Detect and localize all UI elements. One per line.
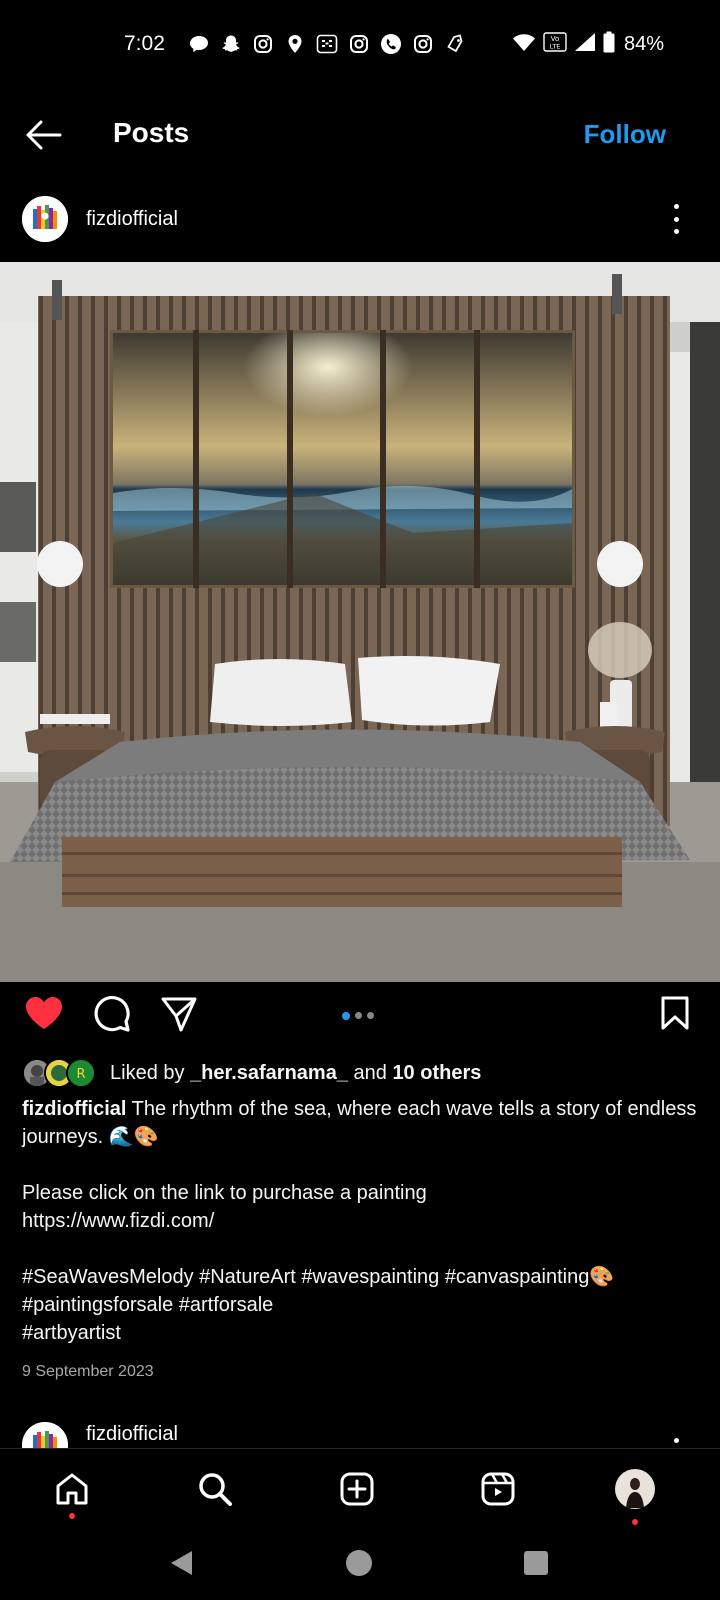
bedroom-painting-photo [0, 262, 720, 982]
instagram-icon [412, 33, 434, 55]
volte-icon: Vo LTE [543, 32, 567, 57]
snapchat-icon [220, 33, 242, 55]
page-title: Posts [113, 117, 190, 148]
system-back-button[interactable] [166, 1548, 196, 1578]
author-username[interactable]: fizdiofficial [86, 208, 178, 231]
like-button[interactable] [24, 995, 64, 1036]
comment-icon [94, 996, 130, 1032]
carousel-dot [355, 1012, 362, 1019]
battery-icon [603, 31, 615, 58]
more-options-button[interactable] [672, 204, 680, 234]
next-post-header: fizdiofficial [0, 1418, 720, 1448]
nav-home[interactable] [50, 1467, 94, 1511]
reels-icon [481, 1472, 515, 1506]
profile-avatar [615, 1469, 655, 1509]
signal-icon [574, 32, 596, 57]
next-more-options-button[interactable] [672, 1438, 680, 1448]
nav-reels[interactable] [476, 1467, 520, 1511]
next-author-username[interactable]: fizdiofficial [86, 1423, 178, 1446]
back-button[interactable] [24, 117, 64, 153]
nav-create[interactable] [335, 1467, 379, 1511]
post-caption: fizdiofficial The rhythm of the sea, whe… [22, 1095, 702, 1347]
instagram-icon [348, 33, 370, 55]
status-time: 7:02 [124, 32, 165, 55]
svg-text:LTE: LTE [550, 43, 561, 51]
post-actions [0, 995, 720, 1045]
share-button[interactable] [160, 995, 198, 1038]
status-bar: 7:02 Vo LTE 84% [0, 0, 720, 90]
system-status: Vo LTE 84% [512, 31, 664, 58]
triangle-back-icon [171, 1551, 192, 1575]
post-header: fizdiofficial [0, 196, 720, 250]
follow-button[interactable]: Follow [584, 119, 666, 150]
carousel-dot [367, 1012, 374, 1019]
hashtags-line[interactable]: #artbyartist [22, 1319, 702, 1347]
create-post-icon [340, 1472, 374, 1506]
hashtags-line[interactable]: #paintingsforsale #artforsale [22, 1291, 702, 1319]
system-recents-button[interactable] [521, 1548, 551, 1578]
message-bubble-icon [188, 33, 210, 55]
likes-text: Liked by _her.safarnama_ and 10 others [110, 1062, 482, 1084]
bottom-navigation [0, 1448, 720, 1528]
square-recents-icon [524, 1551, 548, 1575]
instagram-icon [252, 33, 274, 55]
comment-button[interactable] [93, 995, 131, 1038]
caption-link[interactable]: https://www.fizdi.com/ [22, 1207, 702, 1235]
hashtags-line[interactable]: #SeaWavesMelody #NatureArt #wavespaintin… [22, 1263, 702, 1291]
liker-username[interactable]: _her.safarnama_ [190, 1062, 348, 1084]
likes-count[interactable]: 10 others [392, 1062, 481, 1084]
notification-icons [188, 33, 466, 55]
svg-text:R: R [76, 1067, 85, 1082]
wifi-icon [512, 32, 536, 57]
nav-profile[interactable] [613, 1467, 657, 1511]
caption-username[interactable]: fizdiofficial [22, 1098, 126, 1120]
fizdi-logo-icon [22, 1422, 68, 1448]
location-pin-icon [284, 33, 306, 55]
liker-avatars: R [22, 1058, 102, 1088]
caption-cta: Please click on the link to purchase a p… [22, 1182, 427, 1204]
post-image[interactable] [0, 262, 720, 982]
home-icon [56, 1473, 88, 1505]
likes-summary[interactable]: R Liked by _her.safarnama_ and 10 others [22, 1058, 702, 1088]
save-button[interactable] [660, 995, 690, 1036]
home-notification-dot [69, 1513, 75, 1519]
bookmark-icon [661, 996, 689, 1030]
search-icon [199, 1473, 232, 1506]
circle-home-icon [346, 1550, 372, 1576]
system-home-button[interactable] [344, 1548, 374, 1578]
viber-icon [380, 33, 402, 55]
next-author-avatar[interactable] [22, 1422, 68, 1448]
carousel-indicator [342, 1011, 374, 1020]
nav-search[interactable] [193, 1467, 237, 1511]
author-avatar[interactable] [22, 196, 68, 242]
carousel-dot-active [342, 1011, 350, 1020]
post-date: 9 September 2023 [22, 1363, 154, 1380]
battery-percent: 84% [624, 33, 665, 55]
avatar: R [66, 1058, 96, 1088]
arrow-left-icon [26, 120, 62, 150]
top-bar: Posts Follow [0, 100, 720, 170]
tag-icon [444, 33, 466, 55]
system-navigation [0, 1528, 720, 1600]
fizdi-logo-icon [22, 196, 68, 242]
calculator-icon [316, 33, 338, 55]
profile-notification-dot [632, 1519, 638, 1525]
send-icon [161, 997, 197, 1032]
heart-filled-icon [26, 997, 62, 1029]
